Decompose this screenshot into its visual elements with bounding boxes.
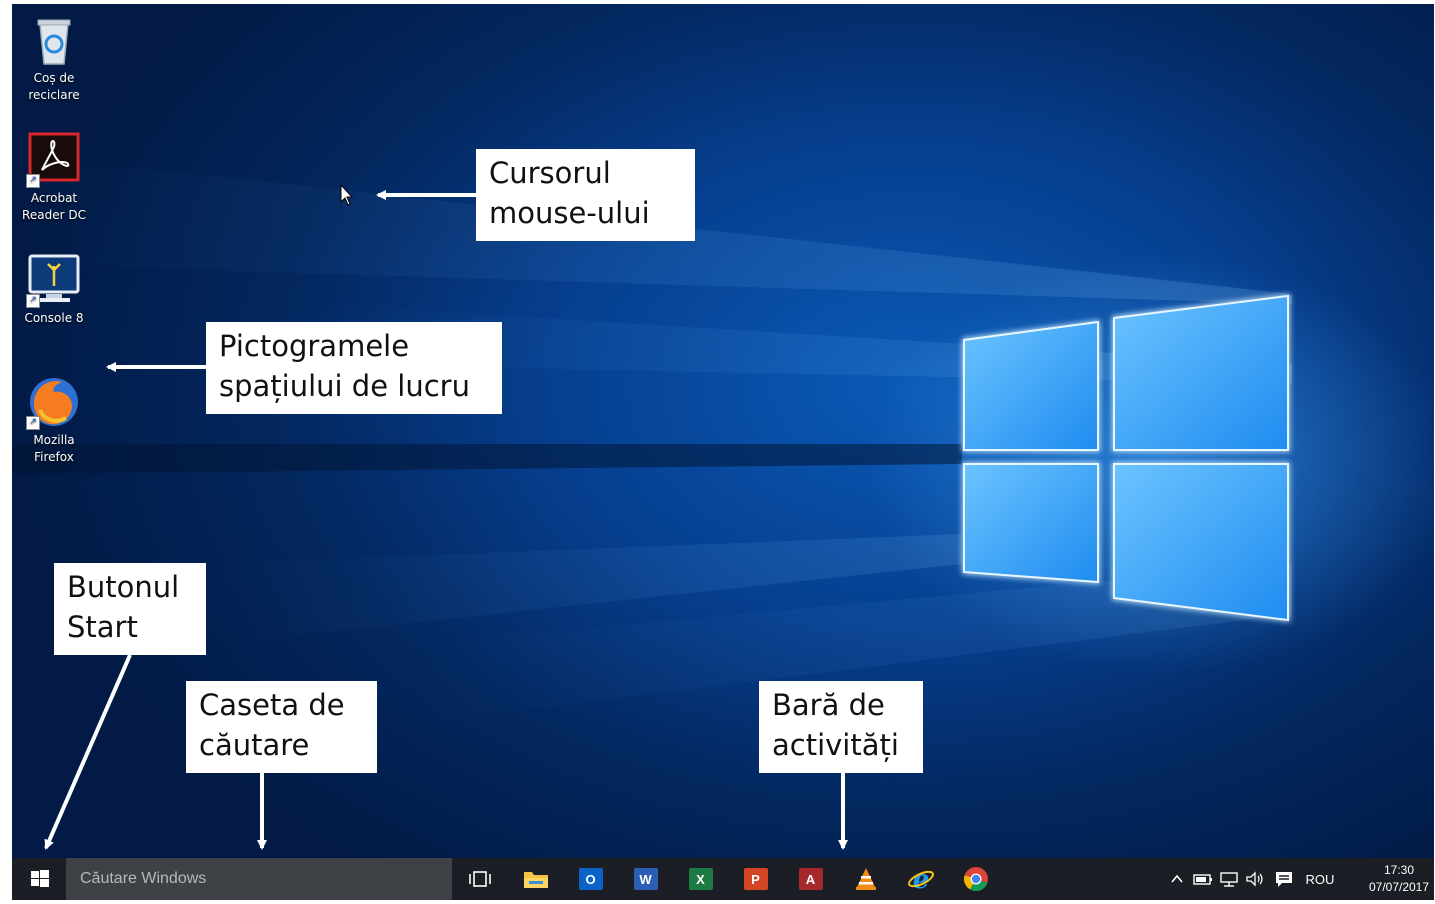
svg-text:e: e — [912, 865, 929, 893]
windows-start-icon — [31, 870, 49, 887]
access-icon: A — [798, 868, 823, 890]
desktop-icon-label: Mozilla Firefox — [33, 433, 75, 464]
language-indicator[interactable]: ROU — [1300, 858, 1340, 900]
firefox-icon: ↗ — [26, 374, 82, 430]
outlook-icon: O — [578, 868, 603, 890]
desktop-icon-label: Coș de reciclare — [28, 71, 80, 102]
network-icon[interactable] — [1216, 858, 1242, 900]
callout-desktop-icons: Pictogramele spațiului de lucru — [206, 322, 502, 414]
taskbar-app-file-explorer[interactable] — [508, 858, 563, 900]
taskbar-app-internet-explorer[interactable]: e — [893, 858, 948, 900]
taskbar-app-vlc[interactable] — [838, 858, 893, 900]
recycle-bin-icon — [26, 12, 82, 68]
taskbar-app-excel[interactable]: X — [673, 858, 728, 900]
clock-time: 17:30 — [1383, 863, 1415, 877]
callout-cursor: Cursorul mouse-ului — [476, 149, 695, 241]
ie-icon: e — [907, 865, 934, 893]
desktop-icon-recycle-bin[interactable]: Coș de reciclare — [12, 12, 96, 104]
desktop-icon-acrobat-reader[interactable]: ↗ Acrobat Reader DC — [12, 132, 96, 224]
taskbar-app-chrome[interactable] — [948, 858, 1003, 900]
powerpoint-icon: P — [743, 868, 768, 890]
taskbar-app-word[interactable]: W — [618, 858, 673, 900]
taskbar[interactable]: Căutare Windows O W X P A e ROU 17:30 07… — [12, 858, 1434, 900]
excel-icon: X — [688, 868, 713, 890]
volume-icon[interactable] — [1242, 858, 1268, 900]
chrome-icon — [963, 867, 988, 891]
action-center-icon[interactable] — [1270, 858, 1298, 900]
acrobat-reader-icon: ↗ — [26, 132, 82, 188]
task-view-icon — [468, 871, 491, 887]
folder-icon — [523, 872, 548, 888]
start-button[interactable] — [12, 858, 66, 900]
chevron-up-icon[interactable] — [1164, 858, 1190, 900]
vlc-icon — [855, 868, 876, 890]
shortcut-arrow-icon: ↗ — [26, 294, 40, 308]
system-tray: ROU 17:30 07/07/2017 — [1164, 858, 1434, 900]
callout-taskbar: Bară de activități — [759, 681, 923, 773]
taskbar-app-access[interactable]: A — [783, 858, 838, 900]
taskbar-app-powerpoint[interactable]: P — [728, 858, 783, 900]
clock-date: 07/07/2017 — [1368, 880, 1430, 894]
shortcut-arrow-icon: ↗ — [26, 416, 40, 430]
word-icon: W — [633, 868, 658, 890]
taskbar-app-outlook[interactable]: O — [563, 858, 618, 900]
shortcut-arrow-icon: ↗ — [26, 174, 40, 188]
callout-search-box: Caseta de căutare — [186, 681, 377, 773]
search-input[interactable]: Căutare Windows — [66, 858, 452, 900]
desktop-icon-console[interactable]: ↗ Console 8 — [12, 252, 96, 327]
taskbar-app-task-view[interactable] — [452, 858, 507, 900]
callout-start-button: Butonul Start — [54, 563, 206, 655]
clock[interactable]: 17:30 07/07/2017 — [1364, 862, 1434, 896]
desktop-icon-firefox[interactable]: ↗ Mozilla Firefox — [12, 374, 96, 466]
desktop-icon-label: Acrobat Reader DC — [22, 191, 86, 222]
desktop-icon-label: Console 8 — [24, 311, 84, 325]
windows-logo — [963, 294, 1289, 622]
battery-icon[interactable] — [1190, 858, 1216, 900]
console-icon: ↗ — [26, 252, 82, 308]
